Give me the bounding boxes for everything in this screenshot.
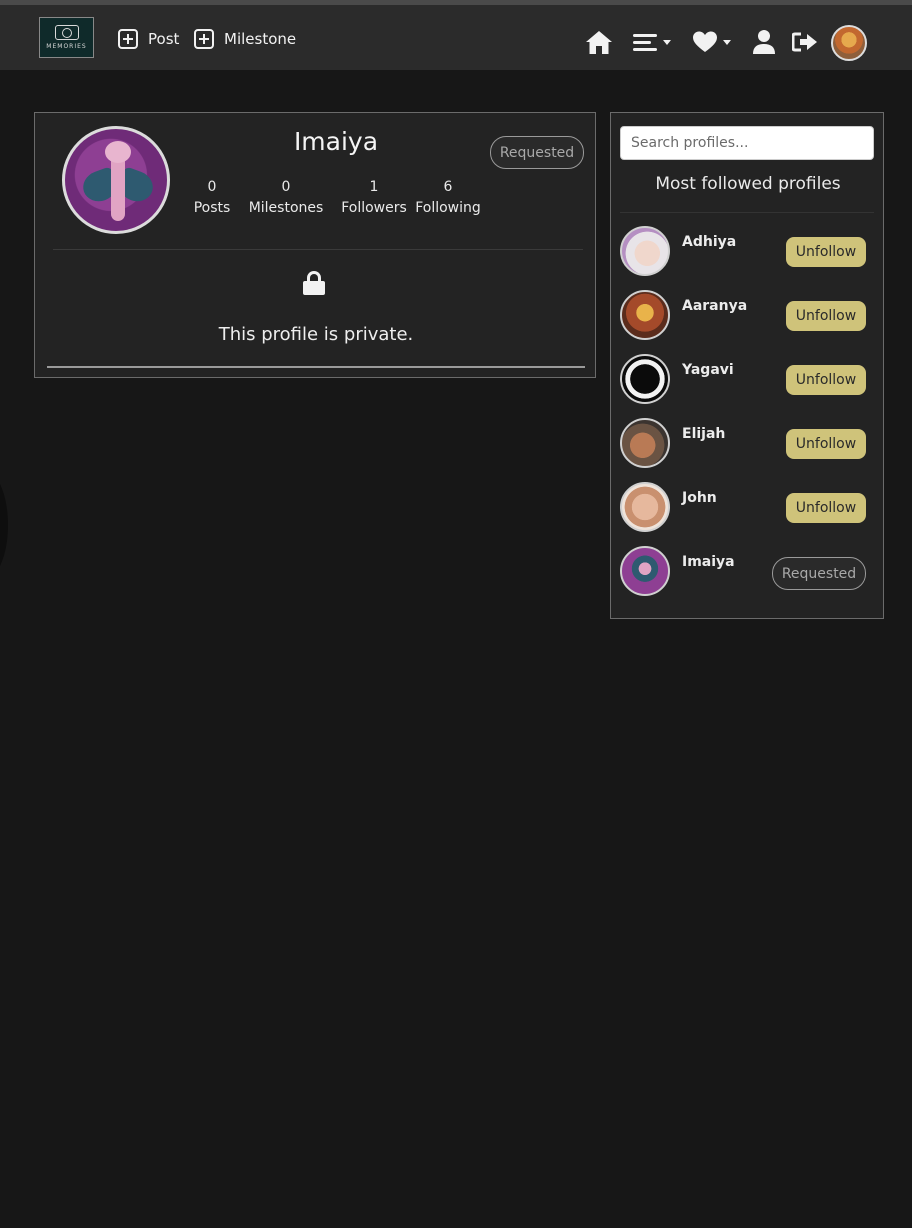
profile-name[interactable]: Imaiya [682,554,735,570]
logo-text: MEMORIES [46,43,87,50]
private-profile-message: This profile is private. [218,324,414,345]
profile-list-item: Elijah Unfollow [620,418,874,468]
sidebar-title: Most followed profiles [655,174,841,194]
divider [47,366,585,368]
bars-icon [633,34,657,51]
profile-list-item: John Unfollow [620,482,874,532]
profile-avatar[interactable] [620,290,670,340]
profile-avatar[interactable] [620,354,670,404]
logout-button[interactable] [792,27,818,57]
stat-count: 6 [443,179,453,195]
profile-list-item: Imaiya Requested [620,546,874,596]
unfollow-button[interactable]: Unfollow [786,365,866,395]
profile-avatar[interactable] [620,482,670,532]
stat-label: Posts [193,200,231,216]
favorites-dropdown[interactable] [693,27,731,57]
sign-out-icon [792,32,817,52]
profile-list-item: Yagavi Unfollow [620,354,874,404]
unfollow-button[interactable]: Unfollow [786,237,866,267]
stat-count: 0 [207,179,217,195]
requested-button[interactable]: Requested [490,136,584,169]
profile-avatar[interactable] [620,546,670,596]
lock-icon [303,271,325,295]
user-avatar[interactable] [831,25,867,61]
heart-icon [693,31,717,52]
background-decoration [0,470,8,580]
divider [620,212,874,213]
add-post-label: Post [148,30,180,48]
profile-name[interactable]: Yagavi [682,362,734,378]
profile-name: Imaiya [293,127,379,156]
requested-button[interactable]: Requested [772,557,866,590]
add-post-button[interactable]: Post [118,29,179,49]
top-navbar: MEMORIES Post Milestone [0,0,912,70]
divider [53,249,583,250]
profile-avatar [62,126,170,234]
stat-milestones: 0 Milestones [244,177,328,219]
profile-card: Imaiya Requested 0 Posts 0 Milestones 1 … [34,112,596,378]
home-icon [586,31,612,54]
memories-logo[interactable]: MEMORIES [39,17,94,58]
profile-name[interactable]: Elijah [682,426,725,442]
user-icon [753,30,775,54]
profile-list-item: Adhiya Unfollow [620,226,874,276]
home-button[interactable] [585,27,613,57]
stat-label: Followers [341,200,407,216]
suggested-profiles-panel: Most followed profiles Adhiya Unfollow A… [610,112,884,619]
profile-list-item: Aaranya Unfollow [620,290,874,340]
profile-avatar[interactable] [620,226,670,276]
profile-name[interactable]: John [682,490,717,506]
stat-count: 1 [369,179,379,195]
menu-dropdown[interactable] [633,27,671,57]
unfollow-button[interactable]: Unfollow [786,429,866,459]
camera-icon [54,25,79,40]
plus-square-icon [118,29,138,49]
stat-label: Following [415,200,481,216]
profile-avatar[interactable] [620,418,670,468]
profile-button[interactable] [753,27,775,57]
profile-name[interactable]: Aaranya [682,298,747,314]
stat-count: 0 [281,179,291,195]
stat-label: Milestones [248,200,324,216]
profile-name[interactable]: Adhiya [682,234,736,250]
unfollow-button[interactable]: Unfollow [786,301,866,331]
unfollow-button[interactable]: Unfollow [786,493,866,523]
search-profiles-input[interactable] [620,126,874,160]
stat-following[interactable]: 6 Following [413,177,483,219]
stat-followers[interactable]: 1 Followers [337,177,411,219]
stat-posts: 0 Posts [187,177,237,219]
plus-square-icon [194,29,214,49]
add-milestone-button[interactable]: Milestone [194,29,296,49]
caret-down-icon [663,39,671,45]
caret-down-icon [723,39,731,45]
add-milestone-label: Milestone [224,30,297,48]
